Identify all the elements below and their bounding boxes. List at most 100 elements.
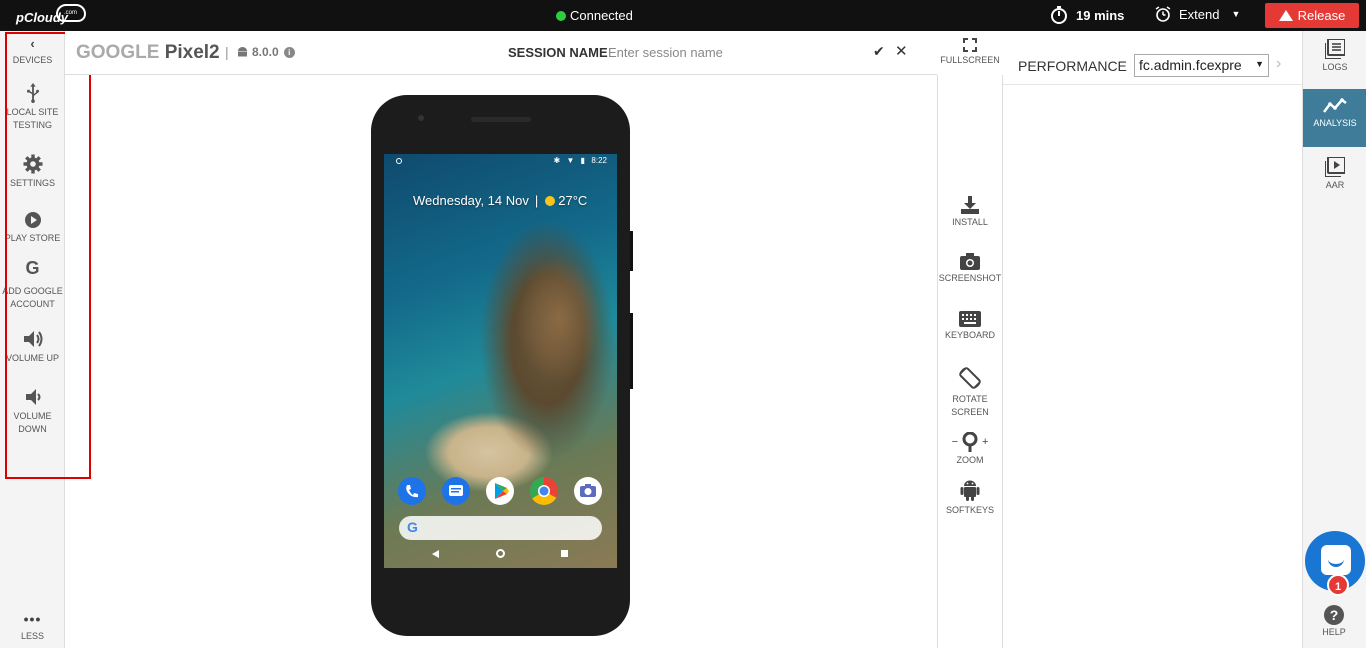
logs-icon: [1325, 39, 1345, 59]
play-triangle-icon: [495, 483, 509, 499]
zoom-control[interactable]: − + ZOOM: [937, 432, 1003, 467]
camera-app-icon[interactable]: [574, 477, 602, 505]
device-nav-bar: [384, 548, 617, 562]
magnifier-icon: [962, 432, 978, 452]
info-icon[interactable]: i: [283, 46, 295, 58]
app-package-select[interactable]: fc.admin.fcexpre ▼: [1134, 54, 1269, 77]
help-button[interactable]: ? HELP: [1302, 605, 1366, 637]
close-icon[interactable]: ✕: [895, 42, 908, 60]
sidebar-item-label: ANALYSIS: [1313, 118, 1357, 128]
tool-label: ZOOM: [956, 455, 984, 465]
sidebar-item-label: DOWN: [18, 424, 47, 434]
usb-icon: [26, 83, 39, 103]
widget-divider: |: [534, 193, 539, 208]
messages-app-icon[interactable]: [442, 477, 470, 505]
volume-down-icon: [25, 389, 40, 405]
connected-dot-icon: [556, 10, 566, 21]
android-robot-icon: [960, 480, 980, 501]
session-timer: 19 mins: [1050, 6, 1124, 24]
speaker-grille: [471, 117, 531, 122]
warning-triangle-icon: [1278, 10, 1293, 21]
app-dock: [398, 477, 604, 507]
sidebar-item-aar[interactable]: AAR: [1303, 157, 1366, 192]
checkmark-icon[interactable]: ✔: [873, 43, 885, 60]
sidebar-item-label: ADD GOOGLE: [2, 286, 63, 296]
camera-icon: [580, 484, 596, 497]
sidebar-item-label: PLAY STORE: [4, 233, 61, 243]
sidebar-item-volume-up[interactable]: VOLUME UP: [0, 329, 65, 365]
tool-column: [937, 75, 1003, 648]
android-version: 8.0.0 i: [237, 45, 295, 59]
top-bar: pCloudy .com Connected 19 mins Extend ▼ …: [0, 0, 1366, 31]
sidebar-item-play-store[interactable]: PLAY STORE: [0, 211, 65, 245]
fullscreen-label: FULLSCREEN: [940, 55, 1000, 65]
session-name-label: SESSION NAME: [508, 45, 608, 60]
google-search-bar[interactable]: G: [399, 516, 602, 540]
alarm-clock-icon: [1155, 6, 1171, 22]
gear-icon: [23, 154, 42, 174]
timer-text: 19 mins: [1076, 7, 1125, 23]
google-g-icon: G: [407, 519, 418, 535]
phone-handset-icon: [406, 485, 418, 498]
sidebar-item-label: LESS: [20, 631, 44, 641]
recents-icon[interactable]: [561, 550, 568, 557]
install-button[interactable]: INSTALL: [937, 196, 1003, 229]
extend-dropdown[interactable]: Extend ▼: [1155, 6, 1240, 22]
fullscreen-button[interactable]: FULLSCREEN: [937, 31, 1003, 75]
back-icon[interactable]: [432, 550, 439, 558]
rotate-screen-button[interactable]: ROTATE SCREEN: [937, 365, 1003, 419]
device-status-bar: ✱ ▼ ▮ 8:22: [384, 154, 617, 168]
more-dots-icon: •••: [23, 611, 42, 627]
sidebar-item-label: LOCAL SITE: [6, 107, 59, 117]
device-brand: GOOGLE: [76, 42, 160, 63]
power-button: [630, 231, 633, 271]
session-name-input[interactable]: [608, 41, 858, 63]
zoom-in-icon[interactable]: +: [982, 436, 988, 449]
release-button[interactable]: Release: [1265, 3, 1359, 28]
sidebar-item-analysis[interactable]: ANALYSIS: [1303, 89, 1366, 147]
sun-icon: [545, 195, 556, 206]
chevron-right-icon[interactable]: ›: [1276, 55, 1281, 73]
sidebar-item-local-site-testing[interactable]: LOCAL SITE TESTING: [0, 83, 65, 132]
sidebar-item-devices[interactable]: ‹ DEVICES: [0, 37, 65, 67]
sidebar-item-label: VOLUME UP: [5, 353, 59, 363]
device-model: Pixel2: [164, 42, 220, 63]
pcloudy-logo[interactable]: pCloudy .com: [14, 4, 86, 26]
softkeys-button[interactable]: SOFTKEYS: [937, 478, 1003, 517]
play-store-app-icon[interactable]: [486, 477, 514, 505]
at-a-glance-widget[interactable]: Wednesday, 14 Nov | 27°C: [413, 193, 587, 208]
phone-app-icon[interactable]: [398, 477, 426, 505]
notification-icon: [396, 158, 402, 164]
extend-label: Extend: [1179, 6, 1220, 22]
connection-status-text: Connected: [570, 8, 633, 23]
tool-label: ROTATE: [952, 394, 988, 404]
sidebar-item-label: VOLUME: [13, 411, 52, 421]
release-label: Release: [1297, 8, 1346, 23]
volume-rocker: [630, 313, 633, 389]
sidebar-item-volume-down[interactable]: VOLUME DOWN: [0, 387, 65, 436]
home-icon[interactable]: [496, 549, 505, 558]
device-time: 8:22: [591, 156, 607, 165]
message-bubble-icon: [449, 485, 463, 496]
sidebar-item-label: ACCOUNT: [10, 299, 55, 309]
sidebar-item-add-google-account[interactable]: G ADD GOOGLE ACCOUNT: [0, 259, 65, 311]
status-icons: ✱ ▼ ▮: [553, 156, 587, 165]
sidebar-item-logs[interactable]: LOGS: [1303, 39, 1366, 74]
chrome-app-icon[interactable]: [530, 477, 558, 505]
tool-label: SOFTKEYS: [945, 505, 994, 515]
chevron-left-icon: ‹: [30, 36, 35, 51]
android-icon: [238, 47, 247, 57]
selected-app-text: fc.admin.fcexpre: [1139, 57, 1242, 73]
sidebar-item-settings[interactable]: SETTINGS: [0, 154, 65, 190]
sidebar-item-label: SETTINGS: [9, 178, 55, 188]
logo-text: pCloudy: [16, 10, 68, 25]
zoom-out-icon[interactable]: −: [952, 436, 958, 449]
video-play-icon: [1325, 157, 1345, 177]
sidebar-item-less[interactable]: ••• LESS: [0, 611, 65, 643]
tool-label: SCREENSHOT: [938, 273, 1002, 283]
sidebar-item-label: DEVICES: [12, 55, 53, 65]
chat-unread-badge: 1: [1327, 574, 1349, 596]
keyboard-button[interactable]: KEYBOARD: [937, 311, 1003, 342]
help-label: HELP: [1322, 627, 1346, 637]
screenshot-button[interactable]: SCREENSHOT: [937, 252, 1003, 285]
